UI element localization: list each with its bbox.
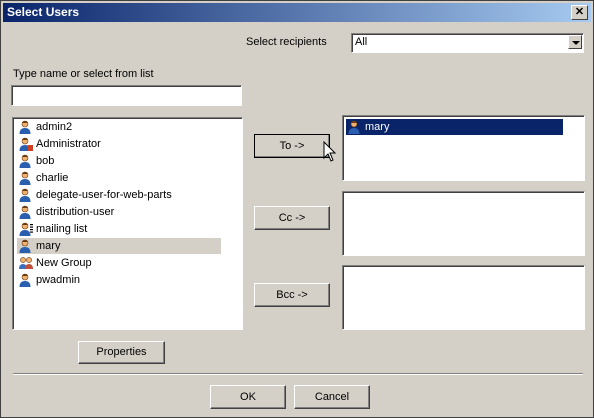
select-recipients-label: Select recipients	[246, 36, 327, 48]
search-label: Type name or select from list	[13, 68, 154, 80]
user-icon	[19, 153, 33, 169]
admin-user-icon	[19, 136, 33, 152]
cc-button-label: Cc ->	[278, 212, 306, 224]
close-button[interactable]: ✕	[571, 5, 588, 20]
to-recipients-list[interactable]: mary	[342, 115, 585, 181]
cancel-button[interactable]: Cancel	[294, 385, 370, 409]
user-icon	[19, 187, 33, 203]
list-item-label: delegate-user-for-web-parts	[36, 189, 172, 201]
group-icon	[19, 255, 33, 271]
search-input[interactable]	[11, 85, 242, 106]
user-icon	[19, 272, 33, 288]
user-icon	[19, 119, 33, 135]
list-item[interactable]: mary	[17, 238, 221, 254]
list-item[interactable]: pwadmin	[17, 272, 221, 288]
list-item[interactable]: charlie	[17, 170, 221, 186]
cc-recipients-list[interactable]	[342, 191, 585, 256]
to-button[interactable]: To ->	[254, 134, 330, 158]
user-icon	[19, 170, 33, 186]
list-item-label: New Group	[36, 257, 92, 269]
list-item-label: admin2	[36, 121, 73, 133]
list-item[interactable]: delegate-user-for-web-parts	[17, 187, 221, 203]
divider	[13, 373, 583, 375]
mouse-cursor-icon	[323, 141, 337, 162]
list-item[interactable]: mary	[346, 119, 563, 135]
list-item[interactable]: mailing list	[17, 221, 221, 237]
admin-user-icon	[19, 137, 33, 151]
list-item-label: pwadmin	[36, 274, 81, 286]
properties-button-label: Properties	[96, 346, 147, 358]
user-icon	[348, 119, 362, 135]
recipients-filter-select[interactable]: All	[351, 33, 584, 53]
user-icon	[19, 188, 31, 202]
user-icon	[19, 171, 31, 185]
cancel-button-label: Cancel	[314, 391, 350, 403]
mailing-list-icon	[19, 222, 33, 236]
list-item[interactable]: distribution-user	[17, 204, 221, 220]
bcc-button-label: Bcc ->	[276, 289, 308, 301]
chevron-down-icon[interactable]	[568, 35, 582, 49]
user-icon	[19, 120, 31, 134]
bcc-button[interactable]: Bcc ->	[254, 283, 330, 307]
list-item-label: mary	[36, 240, 61, 252]
list-item[interactable]: admin2	[17, 119, 221, 135]
user-icon	[19, 204, 33, 220]
close-icon: ✕	[574, 6, 585, 18]
list-item-label: distribution-user	[36, 206, 115, 218]
list-item-label: mary	[365, 121, 390, 133]
select-users-dialog: Select Users ✕ Select recipients All Typ…	[0, 0, 594, 418]
user-icon	[19, 238, 33, 254]
user-icon	[19, 205, 31, 219]
group-icon	[19, 257, 33, 269]
user-icon	[19, 273, 31, 287]
user-icon	[19, 239, 31, 253]
to-button-label: To ->	[279, 140, 305, 152]
title-bar[interactable]: Select Users ✕	[3, 3, 591, 22]
list-item[interactable]: New Group	[17, 255, 221, 271]
list-item-label: mailing list	[36, 223, 88, 235]
mailing-list-icon	[19, 221, 33, 237]
user-icon	[348, 120, 360, 134]
recipients-filter-value: All	[355, 36, 368, 48]
ok-button-label: OK	[240, 391, 256, 403]
list-item[interactable]: Administrator	[17, 136, 221, 152]
ok-button[interactable]: OK	[210, 385, 286, 409]
user-icon	[19, 154, 31, 168]
cc-button[interactable]: Cc ->	[254, 206, 330, 230]
window-title: Select Users	[7, 5, 80, 19]
bcc-recipients-list[interactable]	[342, 265, 585, 330]
list-item-label: Administrator	[36, 138, 101, 150]
users-list[interactable]: admin2 Administrator bob charlie delegate-us…	[12, 117, 243, 330]
list-item-label: bob	[36, 155, 55, 167]
list-item-label: charlie	[36, 172, 69, 184]
list-item[interactable]: bob	[17, 153, 221, 169]
properties-button[interactable]: Properties	[78, 341, 165, 364]
